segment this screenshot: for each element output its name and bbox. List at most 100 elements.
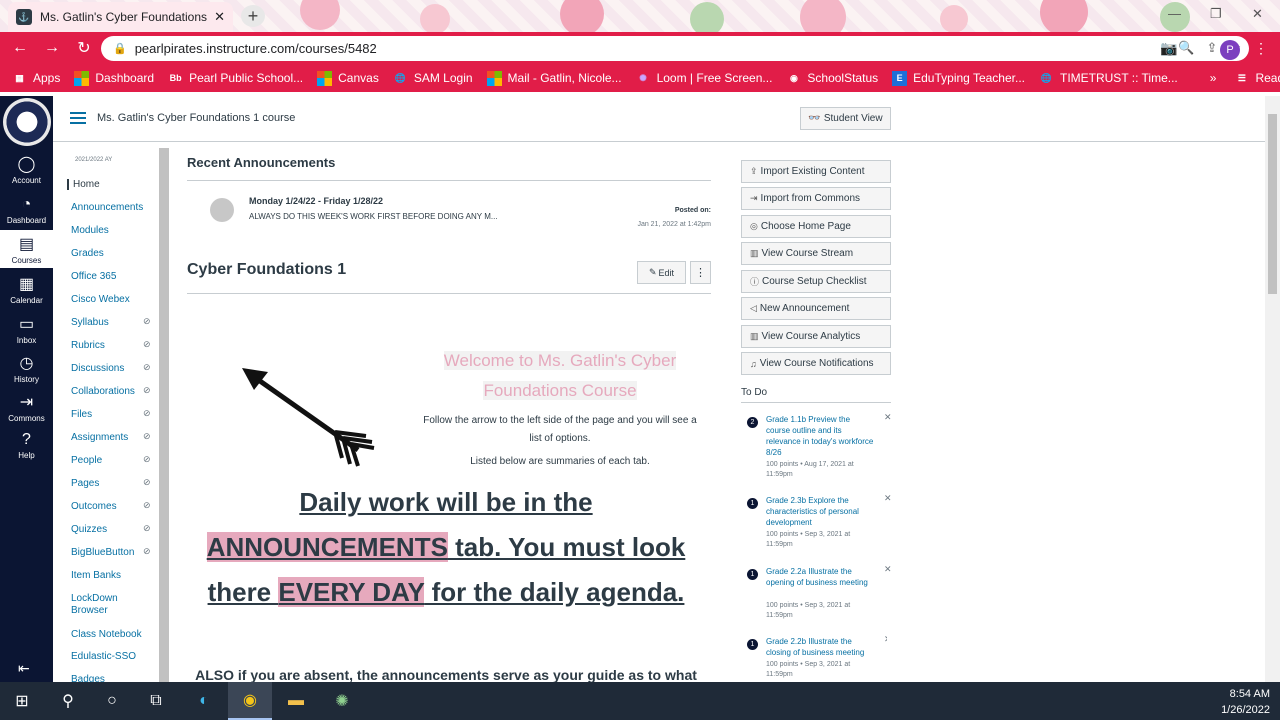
course-nav-bigbluebutton[interactable]: BigBlueButton (71, 547, 134, 558)
new-announcement-button[interactable]: ◁ New Announcement (741, 297, 891, 320)
hidden-eye-icon: ⊘ (143, 339, 151, 349)
windows-start-icon[interactable]: ⊞ (0, 682, 44, 720)
reload-icon[interactable]: ↻ (68, 38, 100, 58)
course-nav-scrollbar[interactable] (159, 148, 169, 682)
course-nav-people[interactable]: People (71, 455, 102, 466)
cortana-icon[interactable]: ○ (90, 682, 134, 720)
course-nav-class-notebook[interactable]: Class Notebook (71, 629, 142, 640)
more-options-button[interactable]: ⋮ (690, 261, 711, 284)
course-nav-collaborations[interactable]: Collaborations (71, 386, 135, 397)
course-nav-office365[interactable]: Office 365 (71, 271, 116, 282)
view-course-notifications-button[interactable]: ♫ View Course Notifications (741, 352, 891, 375)
bookmark-mail[interactable]: Mail - Gatlin, Nicole... (486, 70, 622, 86)
choose-home-page-button[interactable]: ◎ Choose Home Page (741, 215, 891, 238)
nav-help[interactable]: ? Help (0, 431, 53, 460)
divider (187, 180, 711, 181)
dismiss-icon[interactable]: ✕ (884, 493, 892, 504)
course-setup-checklist-button[interactable]: ⓘ Course Setup Checklist (741, 270, 891, 293)
browser-tab[interactable]: ⚓ Ms. Gatlin's Cyber Foundations 1 ✕ (8, 2, 233, 32)
task-view-icon[interactable]: ⧉ (134, 682, 178, 720)
page-scrollbar[interactable] (1265, 96, 1280, 682)
view-course-analytics-button[interactable]: ▥ View Course Analytics (741, 325, 891, 348)
nav-commons[interactable]: ⇥ Commons (0, 392, 53, 423)
course-nav-lockdown-browser[interactable]: LockDown Browser (71, 593, 141, 617)
camera-extension-icon[interactable]: 📷 (1160, 40, 1177, 57)
share-icon[interactable]: ⇪ (1206, 40, 1217, 56)
dismiss-icon[interactable]: ✕ (884, 636, 887, 645)
course-nav-modules[interactable]: Modules (71, 225, 109, 236)
bookmark-loom[interactable]: ✺ Loom | Free Screen... (636, 71, 772, 86)
todo-title[interactable]: Grade 2.2a Illustrate the opening of bus… (766, 566, 876, 588)
address-bar[interactable]: 🔒 pearlpirates.instructure.com/courses/5… (101, 36, 1249, 61)
todo-item[interactable]: 1 Grade 2.2b Illustrate the closing of b… (747, 636, 887, 682)
course-nav-discussions[interactable]: Discussions (71, 363, 124, 374)
maximize-icon[interactable]: ❐ (1210, 6, 1222, 22)
minimize-icon[interactable]: — (1168, 6, 1181, 21)
close-window-icon[interactable]: ✕ (1252, 6, 1263, 22)
course-nav-syllabus[interactable]: Syllabus (71, 317, 109, 328)
todo-title[interactable]: Grade 1.1b Preview the course outline an… (766, 414, 876, 458)
new-tab-button[interactable]: + (241, 5, 265, 27)
bookmark-canvas[interactable]: Canvas (317, 70, 379, 86)
forward-icon[interactable]: → (36, 39, 68, 57)
more-bookmarks-icon[interactable]: » (1210, 71, 1217, 85)
term-label: 2021/2022 AY (75, 157, 113, 163)
profile-avatar[interactable]: P (1220, 40, 1240, 60)
bookmark-timetrust[interactable]: 🌐 TIMETRUST :: Time... (1039, 71, 1178, 86)
course-nav-rubrics[interactable]: Rubrics (71, 340, 105, 351)
dismiss-icon[interactable]: ✕ (884, 564, 892, 575)
course-nav-edulastic-sso[interactable]: Edulastic-SSO (71, 651, 136, 662)
system-clock[interactable]: 8:54 AM 1/26/2022 (1221, 686, 1270, 718)
view-course-stream-button[interactable]: ▥ View Course Stream (741, 242, 891, 265)
school-logo[interactable] (3, 98, 51, 146)
course-nav-cisco-webex[interactable]: Cisco Webex (71, 294, 130, 305)
announcement-title[interactable]: Monday 1/24/22 - Friday 1/28/22 (249, 196, 383, 206)
import-existing-content-button[interactable]: ⇪ Import Existing Content (741, 160, 891, 183)
collapse-nav-icon[interactable]: ⇤ (18, 660, 30, 677)
import-from-commons-button[interactable]: ⇥ Import from Commons (741, 187, 891, 210)
student-view-button[interactable]: 👓 Student View (800, 107, 891, 130)
course-nav-assignments[interactable]: Assignments (71, 432, 128, 443)
back-icon[interactable]: ← (4, 39, 36, 57)
todo-title[interactable]: Grade 2.3b Explore the characteristics o… (766, 495, 876, 528)
course-nav-home[interactable]: Home (67, 179, 100, 190)
nav-calendar[interactable]: ▦ Calendar (0, 274, 53, 305)
nav-courses[interactable]: ▤ Courses (0, 230, 53, 268)
course-nav-announcements[interactable]: Announcements (71, 202, 143, 213)
hidden-eye-icon: ⊘ (143, 408, 151, 418)
nav-inbox[interactable]: ▭ Inbox (0, 314, 53, 345)
course-nav-grades[interactable]: Grades (71, 248, 104, 259)
nav-account[interactable]: ◯ Account (0, 154, 53, 185)
course-nav-files[interactable]: Files (71, 409, 92, 420)
todo-title[interactable]: Grade 2.2b Illustrate the closing of bus… (766, 636, 876, 658)
hamburger-menu-icon[interactable] (70, 112, 86, 127)
nav-history[interactable]: ◷ History (0, 353, 53, 384)
course-nav-outcomes[interactable]: Outcomes (71, 501, 117, 512)
hidden-eye-icon: ⊘ (143, 316, 151, 326)
dismiss-icon[interactable]: ✕ (884, 412, 892, 423)
course-nav-pages[interactable]: Pages (71, 478, 99, 489)
reading-list[interactable]: ☰ Reading list (1234, 71, 1280, 86)
nav-dashboard[interactable]: ◔ Dashboard (0, 196, 53, 225)
course-nav-badges[interactable]: Badges (71, 674, 105, 682)
menu-icon[interactable]: ⋮ (1254, 40, 1268, 57)
bookmark-schoolstatus[interactable]: ◉ SchoolStatus (786, 71, 878, 86)
edge-icon[interactable]: ◐ (182, 682, 226, 720)
extensions-icon[interactable]: ✚ (1192, 40, 1204, 57)
breadcrumb[interactable]: Ms. Gatlin's Cyber Foundations 1 course (97, 112, 295, 124)
file-explorer-icon[interactable]: ▬ (274, 682, 318, 720)
bookmark-dashboard[interactable]: Dashboard (74, 70, 154, 86)
close-tab-icon[interactable]: ✕ (214, 9, 225, 25)
url-text: pearlpirates.instructure.com/courses/548… (134, 41, 377, 56)
bookmark-sam-login[interactable]: 🌐 SAM Login (393, 71, 473, 86)
globe-icon: 🌐 (394, 72, 406, 83)
edit-button[interactable]: ✎ Edit (637, 261, 686, 284)
course-nav-item-banks[interactable]: Item Banks (71, 570, 121, 581)
course-nav-quizzes[interactable]: Quizzes (71, 524, 107, 535)
search-icon[interactable]: ⚲ (46, 682, 90, 720)
loading-app-icon[interactable]: ✺ (320, 682, 364, 720)
chrome-icon[interactable]: ◉ (228, 682, 272, 720)
bookmark-edutyping[interactable]: E EduTyping Teacher... (892, 70, 1025, 86)
bookmark-apps[interactable]: ▦ Apps (12, 71, 60, 86)
bookmark-pearl-public[interactable]: Bb Pearl Public School... (168, 71, 304, 86)
